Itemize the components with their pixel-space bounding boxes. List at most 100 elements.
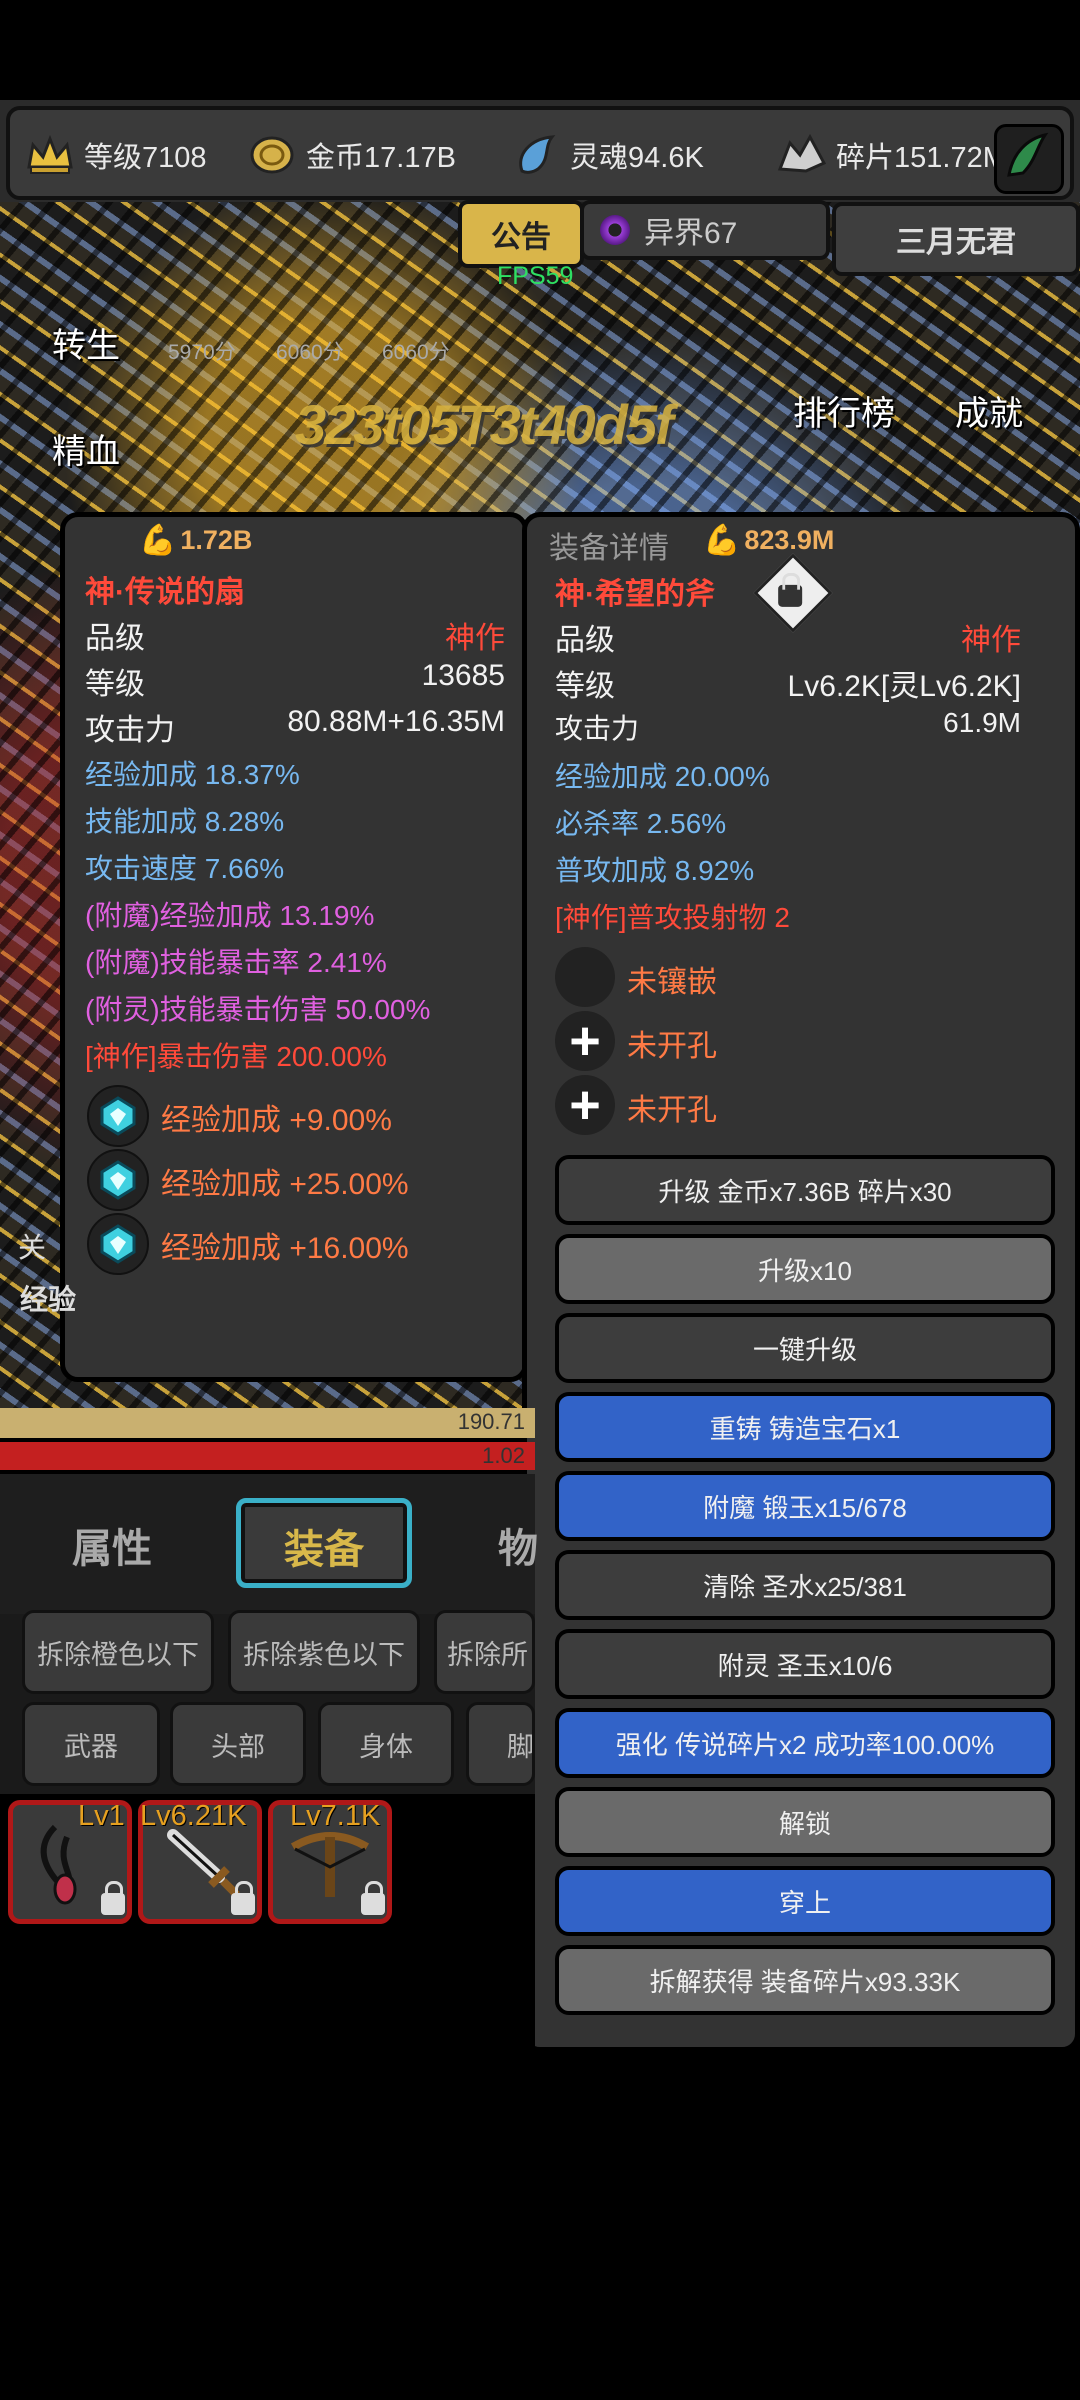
- essence-button[interactable]: 精血: [52, 424, 120, 473]
- open-socket-button-1[interactable]: +: [555, 1011, 615, 1071]
- fragment-resource: 碎片151.72M: [776, 130, 1007, 180]
- hidden-fragment-2: 经验: [20, 1284, 77, 1315]
- soul-resource: 灵魂94.6K: [510, 130, 704, 180]
- lock-icon: [231, 1881, 255, 1915]
- compare-item-panel: 💪 1.72B 神·传说的扇 品级 神作 等级 13685 攻击力 80.88M…: [60, 512, 528, 1382]
- status-bars: 190.71 1.02: [0, 1408, 535, 1474]
- left-level-label: 等级: [85, 668, 145, 701]
- diamond-gem-icon: [100, 1224, 136, 1264]
- notice-button[interactable]: 公告: [458, 200, 584, 268]
- right-power-value: 823.9M: [744, 525, 835, 555]
- category-feet[interactable]: 脚: [466, 1702, 535, 1786]
- category-head[interactable]: 头部: [170, 1702, 306, 1786]
- score-2: 6060分: [276, 341, 344, 364]
- left-power-value: 1.72B: [180, 525, 253, 555]
- exp-value: 190.71: [457, 1409, 525, 1434]
- filter-3-label: 拆除所: [447, 1639, 528, 1670]
- rebirth-button[interactable]: 转生: [52, 318, 120, 367]
- upgrade-x10-button[interactable]: 升级x10: [555, 1234, 1055, 1304]
- equipment-detail-panel: 装备详情 💪 823.9M 神·希望的斧 品级 神作 等级 Lv6.2K[灵Lv…: [522, 512, 1080, 2052]
- strengthen-label: 强化 传说碎片x2 成功率100.00%: [615, 1729, 995, 1760]
- muscle-icon: 💪: [703, 524, 741, 557]
- portal-icon: [600, 215, 630, 245]
- hp-bar: 1.02: [0, 1442, 535, 1470]
- menu-button[interactable]: [994, 124, 1064, 194]
- left-grade-label: 品级: [85, 622, 145, 655]
- achievement-button[interactable]: 成就: [955, 386, 1023, 435]
- otherworld-button[interactable]: 异界67: [580, 200, 830, 260]
- soul-icon: [510, 132, 562, 178]
- tab-equipment[interactable]: 装备: [236, 1498, 412, 1588]
- category-weapon-label: 武器: [64, 1731, 118, 1762]
- dismantle-below-purple-button[interactable]: 拆除紫色以下: [228, 1610, 420, 1694]
- tab-attributes[interactable]: 属性: [72, 1516, 152, 1574]
- empty-socket[interactable]: [555, 947, 615, 1007]
- socket-1-text: 未镶嵌: [627, 966, 717, 999]
- item-slot-1-level: Lv1: [78, 1800, 125, 1832]
- reforge-label: 重铸 铸造宝石x1: [709, 1413, 901, 1444]
- left-item-name: 神·传说的扇: [85, 576, 245, 609]
- gold-label: 金币17.17B: [306, 142, 456, 174]
- otherworld-label: 异界67: [644, 217, 738, 250]
- equip-button[interactable]: 穿上: [555, 1866, 1055, 1936]
- left-level-value: 13685: [421, 659, 505, 692]
- tab-items[interactable]: 物: [498, 1516, 538, 1574]
- plus-icon: +: [569, 1011, 601, 1071]
- clear-label: 清除 圣水x25/381: [703, 1571, 907, 1602]
- score-1: 5970分: [168, 341, 236, 364]
- ranking-button[interactable]: 排行榜: [793, 386, 895, 435]
- soul-label: 灵魂94.6K: [570, 142, 704, 174]
- filter-2-label: 拆除紫色以下: [243, 1639, 405, 1670]
- left-divine-attr: [神作]暴击伤害 200.00%: [85, 1041, 387, 1072]
- enchant-button[interactable]: 附魔 锻玉x15/678: [555, 1471, 1055, 1541]
- lock-icon: [361, 1881, 385, 1915]
- left-enchant-1: (附魔)经验加成 13.19%: [85, 900, 375, 931]
- gem-socket-3: [87, 1213, 149, 1275]
- unlock-button[interactable]: 解锁: [555, 1787, 1055, 1857]
- fragment-label: 碎片151.72M: [836, 142, 1007, 174]
- right-attack-value: 61.9M: [943, 707, 1021, 738]
- exp-bar: 190.71: [0, 1408, 535, 1438]
- gold-resource: 金币17.17B: [246, 130, 456, 180]
- spirit-attach-button[interactable]: 附灵 圣玉x10/6: [555, 1629, 1055, 1699]
- category-weapon[interactable]: 武器: [22, 1702, 160, 1786]
- one-click-upgrade-button[interactable]: 一键升级: [555, 1313, 1055, 1383]
- enchant-label: 附魔 锻玉x15/678: [703, 1492, 907, 1523]
- muscle-icon: 💪: [139, 524, 177, 557]
- dismantle-button[interactable]: 拆解获得 装备碎片x93.33K: [555, 1945, 1055, 2015]
- right-grade-value: 神作: [961, 624, 1021, 657]
- item-slot-3-level: Lv7.1K: [290, 1800, 381, 1832]
- diamond-gem-icon: [100, 1160, 136, 1200]
- left-gem-2-text: 经验加成 +25.00%: [161, 1168, 409, 1201]
- left-attack-label: 攻击力: [85, 714, 175, 747]
- clear-button[interactable]: 清除 圣水x25/381: [555, 1550, 1055, 1620]
- level-label: 等级7108: [84, 142, 207, 174]
- resource-bar: 等级7108 金币17.17B 灵魂94.6K 碎片151.72M: [0, 100, 1080, 206]
- plus-icon: +: [569, 1075, 601, 1135]
- strengthen-button[interactable]: 强化 传说碎片x2 成功率100.00%: [555, 1708, 1055, 1778]
- tab-equipment-label: 装备: [284, 1528, 364, 1572]
- dismantle-below-orange-button[interactable]: 拆除橙色以下: [22, 1610, 214, 1694]
- dismantle-label: 拆解获得 装备碎片x93.33K: [649, 1966, 961, 1997]
- open-socket-button-2[interactable]: +: [555, 1075, 615, 1135]
- crown-icon: [24, 132, 76, 178]
- player-name-label: 三月无君: [896, 226, 1016, 259]
- dismantle-all-button[interactable]: 拆除所: [434, 1610, 535, 1694]
- right-divine-attr: [神作]普攻投射物 2: [555, 902, 790, 933]
- socket-3-text: 未开孔: [627, 1094, 717, 1127]
- upgrade-button[interactable]: 升级 金币x7.36B 碎片x30: [555, 1155, 1055, 1225]
- right-attr-1: 经验加成 20.00%: [555, 761, 770, 792]
- fragment-icon: [776, 132, 828, 178]
- socket-2-text: 未开孔: [627, 1030, 717, 1063]
- reforge-button[interactable]: 重铸 铸造宝石x1: [555, 1392, 1055, 1462]
- player-name-button[interactable]: 三月无君: [832, 202, 1080, 276]
- left-enchant-2: (附魔)技能暴击率 2.41%: [85, 947, 387, 978]
- lock-toggle-icon[interactable]: [753, 553, 833, 633]
- left-spirit-1: (附灵)技能暴击伤害 50.00%: [85, 994, 431, 1025]
- left-gem-1-text: 经验加成 +9.00%: [161, 1104, 392, 1137]
- left-attr-1: 经验加成 18.37%: [85, 759, 300, 790]
- filter-1-label: 拆除橙色以下: [37, 1639, 199, 1670]
- left-power: 💪 1.72B: [139, 523, 252, 558]
- category-body[interactable]: 身体: [318, 1702, 454, 1786]
- left-attr-2: 技能加成 8.28%: [85, 806, 285, 837]
